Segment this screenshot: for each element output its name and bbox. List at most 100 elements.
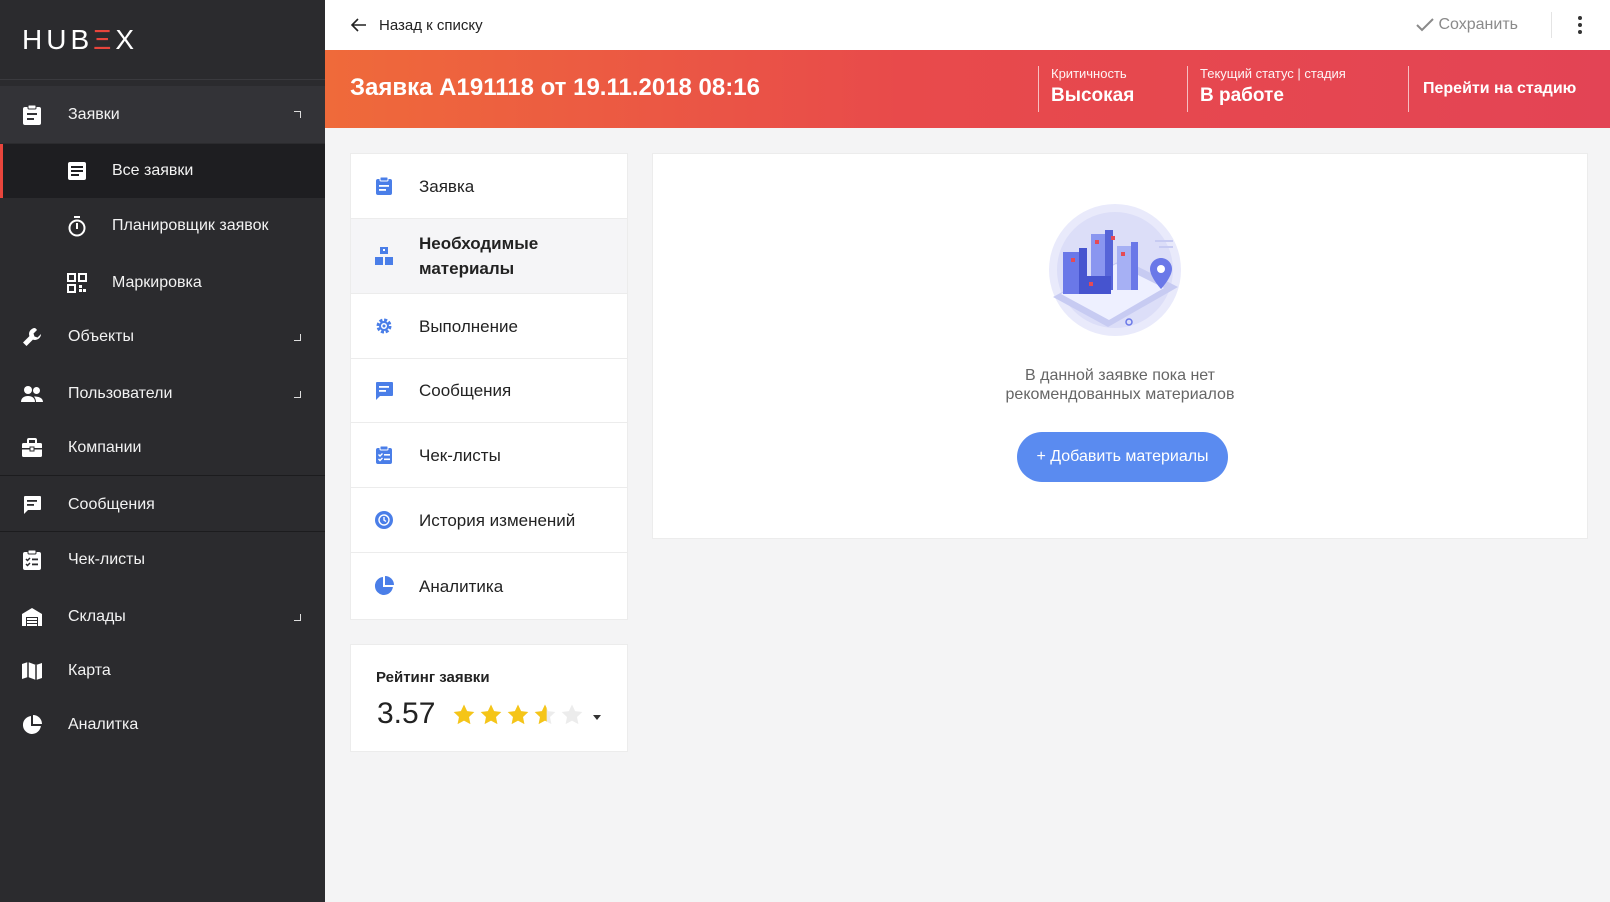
sidebar-item-label: Маркировка [112, 274, 202, 291]
history-icon [373, 509, 395, 531]
sidebar-item-all-requests[interactable]: Все заявки [0, 144, 325, 198]
star-icon [480, 704, 502, 725]
logo-text-end: X [115, 23, 139, 55]
section-tab-label: Сообщения [419, 381, 512, 400]
sidebar-item-label: Склады [68, 608, 126, 625]
star-icon [453, 704, 475, 725]
save-button[interactable]: Сохранить [1416, 16, 1518, 34]
go-to-stage-label: Перейти на стадию [1423, 80, 1577, 97]
list-doc-icon [66, 160, 88, 182]
section-tab-messages[interactable]: Сообщения [351, 359, 627, 423]
checklist-icon [373, 444, 395, 466]
page-title: Заявка A191118 от 19.11.2018 08:16 [350, 74, 760, 101]
sidebar-divider [0, 475, 325, 476]
section-tab-request[interactable]: Заявка [351, 154, 627, 219]
map-icon [21, 660, 43, 682]
criticality-value: Высокая [1051, 85, 1135, 106]
request-header-banner: Заявка A191118 от 19.11.2018 08:16 Крити… [325, 50, 1610, 128]
empty-state-line-1: В данной заявке пока нет [1024, 367, 1215, 384]
sidebar-item-label: Карта [68, 662, 111, 679]
request-sections-menu: Заявка Необходимые материалы Выполнение … [351, 154, 627, 619]
logo-text: HUB [22, 23, 94, 55]
rating-value: 3.57 [377, 697, 436, 730]
top-bar: Назад к списку Сохранить [325, 0, 1610, 50]
rating-card: Рейтинг заявки 3.57 [351, 645, 627, 751]
sidebar-item-label: Сообщения [68, 496, 155, 513]
section-tab-label: Необходимые материалы [419, 234, 539, 278]
sidebar-item-marking[interactable]: Маркировка [0, 256, 325, 310]
stopwatch-icon [66, 215, 88, 237]
sidebar-item-label: Аналитка [68, 716, 139, 733]
sidebar-item-companies[interactable]: Компании [0, 421, 325, 475]
hubex-logo[interactable]: HUB Ξ X [0, 0, 325, 80]
sidebar-item-label: Чек-листы [68, 551, 145, 568]
rating-title: Рейтинг заявки [376, 669, 490, 686]
sidebar: HUB Ξ X Заявки Все заявки Планировщик заяв… [0, 0, 325, 902]
sidebar-item-label: Пользователи [68, 385, 173, 402]
logo-accent: Ξ [93, 23, 116, 55]
status-label: Текущий статус | стадия [1200, 66, 1346, 81]
chat-icon [373, 380, 395, 402]
sidebar-item-warehouses[interactable]: Склады [0, 590, 325, 644]
pie-chart-icon [373, 575, 395, 597]
clipboard-icon [21, 104, 43, 126]
boxes-icon [373, 245, 395, 267]
check-icon [1416, 18, 1435, 32]
back-to-list-link[interactable]: Назад к списку [351, 17, 483, 34]
go-to-stage-button[interactable]: Перейти на стадию [1408, 66, 1576, 112]
add-materials-button[interactable]: + Добавить материалы [1017, 432, 1228, 482]
back-label: Назад к списку [379, 16, 483, 34]
users-icon [21, 383, 43, 405]
sidebar-item-label: Заявки [68, 105, 120, 123]
sidebar-item-label: Все заявки [112, 162, 194, 179]
chevron-down-icon [294, 613, 301, 621]
chevron-down-icon [294, 390, 301, 398]
warehouse-icon [21, 606, 43, 628]
sidebar-item-label: Планировщик заявок [112, 217, 269, 234]
sidebar-item-requests[interactable]: Заявки [0, 86, 325, 143]
section-tab-execution[interactable]: Выполнение [351, 294, 627, 359]
rating-dropdown-icon[interactable] [593, 715, 601, 720]
sidebar-item-analytics[interactable]: Аналитка [0, 698, 325, 752]
status-field: Текущий статус | стадия В работе [1187, 66, 1346, 112]
sidebar-item-checklists[interactable]: Чек-листы [0, 533, 325, 587]
star-icon [507, 704, 529, 725]
sidebar-item-planner[interactable]: Планировщик заявок [0, 199, 325, 253]
sidebar-item-messages[interactable]: Сообщения [0, 478, 325, 532]
sidebar-item-label: Компании [68, 439, 142, 456]
sidebar-item-map[interactable]: Карта [0, 644, 325, 698]
clipboard-icon [373, 175, 395, 197]
sidebar-divider [0, 531, 325, 532]
section-tab-checklists[interactable]: Чек-листы [351, 423, 627, 488]
save-label: Сохранить [1438, 16, 1518, 33]
gear-icon [373, 315, 395, 337]
section-tab-label: История изменений [419, 510, 576, 530]
wrench-icon [21, 326, 43, 348]
checklist-icon [21, 549, 43, 571]
chevron-up-icon [294, 111, 301, 118]
toolbar-divider [1551, 12, 1552, 38]
materials-panel: В данной заявке пока нет рекомендованных… [653, 154, 1587, 538]
star-icon [561, 704, 583, 725]
sidebar-item-label: Объекты [68, 328, 134, 345]
rating-stars [452, 703, 587, 727]
chevron-down-icon [294, 333, 301, 341]
section-tab-label: Выполнение [419, 316, 518, 336]
city-illustration [1043, 202, 1185, 342]
briefcase-icon [21, 437, 43, 459]
section-tab-analytics[interactable]: Аналитика [351, 553, 627, 619]
empty-state-line-2: рекомендованных материалов [1005, 386, 1235, 403]
section-tab-label: Чек-листы [419, 445, 501, 465]
section-tab-materials[interactable]: Необходимые материалы [351, 219, 627, 294]
more-options-icon[interactable] [1568, 13, 1592, 37]
criticality-field: Критичность Высокая [1038, 66, 1134, 112]
star-icon [534, 704, 556, 725]
section-tab-history[interactable]: История изменений [351, 488, 627, 553]
arrow-left-icon [351, 18, 367, 32]
sidebar-item-users[interactable]: Пользователи [0, 367, 325, 421]
chat-icon [21, 494, 43, 516]
criticality-label: Критичность [1051, 66, 1127, 81]
sidebar-item-objects[interactable]: Объекты [0, 310, 325, 364]
section-tab-label: Заявка [419, 176, 475, 196]
section-tab-label: Аналитика [419, 576, 504, 596]
